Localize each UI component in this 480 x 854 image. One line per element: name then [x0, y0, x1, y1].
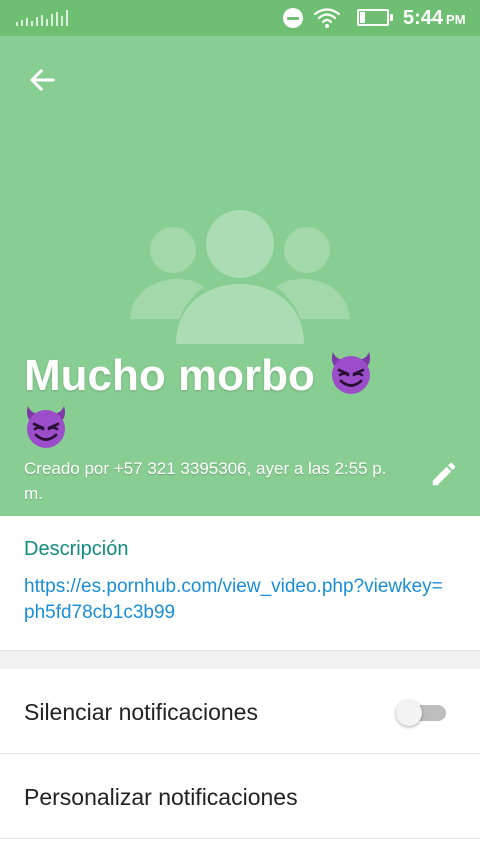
back-button[interactable]: [20, 58, 64, 102]
toggle-knob: [396, 700, 422, 726]
custom-notifications-row[interactable]: Personalizar notificaciones: [0, 754, 480, 839]
wifi-icon: [314, 8, 340, 28]
mute-notifications-toggle[interactable]: [396, 700, 446, 726]
status-time: 5:44 PM: [403, 7, 466, 30]
group-avatar-icon: [130, 210, 350, 344]
created-by-text: Creado por +57 321 3395306, ayer a las 2…: [24, 459, 387, 503]
smiling-devil-emoji: [26, 406, 66, 448]
group-title: Mucho morbo: [24, 348, 444, 403]
arrow-left-icon: [29, 68, 55, 92]
group-header: Mucho morbo Creado por +57 321 3395306, …: [0, 36, 480, 516]
description-link[interactable]: https://es.pornhub.com/view_video.php?vi…: [24, 574, 444, 626]
description-section: Descripción https://es.pornhub.com/view_…: [0, 516, 480, 650]
smiling-devil-emoji: [332, 352, 371, 394]
status-bar: 5:44 PM: [0, 0, 480, 36]
notification-settings: Silenciar notificaciones Personalizar no…: [0, 669, 480, 854]
mute-notifications-label: Silenciar notificaciones: [24, 699, 258, 725]
battery-icon: [357, 9, 393, 26]
edit-group-button[interactable]: [422, 452, 466, 496]
status-time-value: 5:44: [403, 7, 444, 29]
status-time-ampm: PM: [446, 12, 466, 27]
signal-strength-icon: [16, 10, 72, 26]
mute-notifications-row[interactable]: Silenciar notificaciones: [0, 669, 480, 754]
custom-notifications-label: Personalizar notificaciones: [24, 784, 298, 810]
section-divider: [0, 651, 480, 669]
group-name: Mucho morbo: [24, 351, 315, 400]
description-label: Descripción: [24, 538, 129, 560]
pencil-icon: [432, 462, 456, 486]
do-not-disturb-icon: [283, 8, 303, 28]
